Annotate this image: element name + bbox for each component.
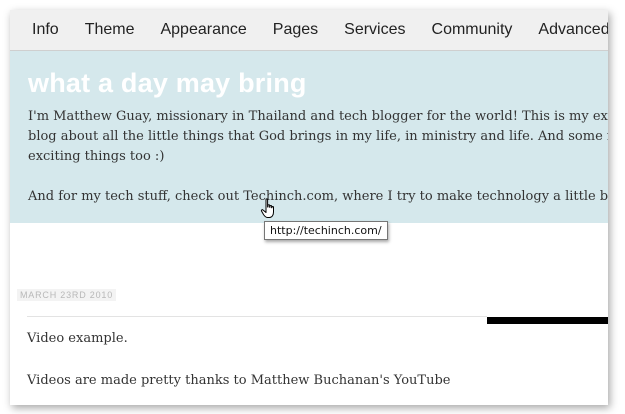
nav-item-info[interactable]: Info	[10, 10, 72, 50]
post-text-line: Video example.	[27, 331, 128, 346]
description-line: blog about all the little things that Go…	[28, 129, 608, 144]
dashboard-nav: Info Theme Appearance Pages Services Com…	[10, 10, 608, 51]
tech-paragraph: And for my tech stuff, check out Techinc…	[28, 187, 608, 207]
nav-item-pages[interactable]: Pages	[260, 10, 331, 50]
hand-cursor-icon	[260, 198, 274, 218]
nav-item-theme[interactable]: Theme	[72, 10, 148, 50]
post-body: Video example. Videos are made pretty th…	[27, 328, 587, 405]
nav-item-advanced[interactable]: Advanced	[525, 10, 608, 50]
tech-text-before: And for my tech stuff, check out	[28, 189, 244, 204]
description-line: I'm Matthew Guay, missionary in Thailand…	[28, 109, 608, 124]
link-tooltip: http://techinch.com/	[264, 221, 388, 240]
nav-item-services[interactable]: Services	[331, 10, 418, 50]
blog-description: I'm Matthew Guay, missionary in Thailand…	[28, 107, 608, 207]
tech-text-after: , where I try to make technology a littl…	[333, 189, 608, 204]
post-divider	[27, 316, 487, 317]
nav-item-appearance[interactable]: Appearance	[147, 10, 259, 50]
post-text-line: Videos are made pretty thanks to Matthew…	[27, 373, 451, 388]
browser-frame: Info Theme Appearance Pages Services Com…	[10, 10, 608, 405]
video-embed-edge	[487, 317, 608, 324]
post-date: MARCH 23RD 2010	[17, 289, 117, 301]
description-line: exciting things too :)	[28, 149, 165, 164]
blog-title[interactable]: what a day may bring	[28, 68, 307, 99]
blog-header: what a day may bring I'm Matthew Guay, m…	[10, 51, 608, 223]
techinch-link[interactable]: Techinch.com	[243, 189, 334, 204]
nav-item-community[interactable]: Community	[419, 10, 526, 50]
